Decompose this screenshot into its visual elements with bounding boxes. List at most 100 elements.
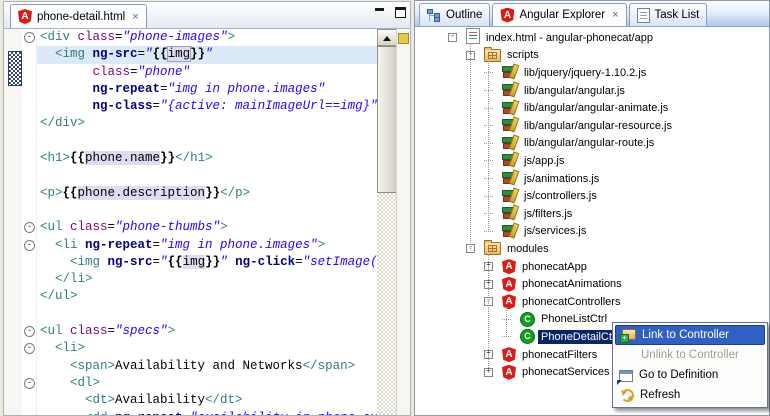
fold-collapse-icon[interactable]: - xyxy=(24,222,35,234)
code-line[interactable]: <ul class="specs"> xyxy=(37,323,377,340)
tree-item-label[interactable]: scripts xyxy=(504,48,542,62)
tree-item-label[interactable]: lib/angular/angular-resource.js xyxy=(521,119,675,133)
tree-item-label[interactable]: lib/angular/angular-route.js xyxy=(521,136,657,150)
tree-item-label[interactable]: phonecatAnimations xyxy=(519,277,625,291)
fold-collapse-icon[interactable]: - xyxy=(24,378,35,389)
outline-icon xyxy=(427,8,441,22)
code-line[interactable] xyxy=(37,306,377,323)
tab-outline[interactable]: Outline xyxy=(419,3,491,26)
tree-item-label[interactable]: js/animations.js xyxy=(521,172,602,186)
tree-item-js-animations-js[interactable]: js/animations.js xyxy=(415,169,769,188)
code-line[interactable]: </ul> xyxy=(37,288,377,305)
tree-item-label[interactable]: lib/angular/angular.js xyxy=(521,84,628,98)
code-line[interactable] xyxy=(37,167,377,184)
tree-item-lib-jquery-jquery-1-10-2-js[interactable]: lib/jquery/jquery-1.10.2.js xyxy=(415,63,769,82)
go-to-definition-icon xyxy=(617,369,633,385)
link-controller-icon: + xyxy=(620,327,636,343)
fold-collapse-icon[interactable]: - xyxy=(24,239,35,251)
tree-item-label[interactable]: index.html - angular-phonecat/app xyxy=(483,31,656,45)
code-line[interactable] xyxy=(37,202,377,219)
fold-collapse-icon[interactable]: - xyxy=(24,343,35,355)
tree-item-phonecatapp[interactable]: + AphonecatApp xyxy=(415,258,769,276)
code-line[interactable]: <li> xyxy=(37,340,377,357)
tree-item-js-controllers-js[interactable]: js/controllers.js xyxy=(415,187,769,205)
range-indicator xyxy=(8,51,22,86)
tree-item-lib-angular-angular-route-js[interactable]: lib/angular/angular-route.js xyxy=(415,134,769,153)
tree-item-label[interactable]: phonecatFilters xyxy=(519,348,600,362)
tree-icon-slot xyxy=(502,99,520,117)
tree-item-js-services-js[interactable]: js/services.js xyxy=(415,222,769,241)
tree-item-label[interactable]: lib/jquery/jquery-1.10.2.js xyxy=(521,66,649,80)
code-editor[interactable]: <div class="phone-images"> <img ng-src="… xyxy=(37,29,377,415)
tree-item-phonecatanimations[interactable]: + AphonecatAnimations xyxy=(415,275,769,293)
tree-item-label[interactable]: modules xyxy=(504,242,552,256)
tree-item-label[interactable]: phonecatApp xyxy=(519,260,590,274)
tree-item-js-app-js[interactable]: js/app.js xyxy=(415,151,769,170)
tree-guide-line xyxy=(470,43,471,250)
tree-icon-slot xyxy=(502,63,520,81)
maximize-button[interactable] xyxy=(395,7,406,18)
tab-angular-explorer[interactable]: A Angular Explorer × xyxy=(492,3,627,26)
angular-icon: A xyxy=(502,259,516,275)
code-line[interactable]: <dd ng-repeat="availability in phone.ava… xyxy=(37,410,377,415)
tree-item-label[interactable]: js/services.js xyxy=(521,224,589,238)
tree-item-index-html[interactable]: - index.html - angular-phonecat/app xyxy=(415,28,769,47)
tree-item-label[interactable]: PhoneListCtrl xyxy=(538,312,610,326)
tree-item-label[interactable]: lib/angular/angular-animate.js xyxy=(521,101,671,115)
tab-task-list[interactable]: Task List xyxy=(628,3,708,26)
code-line[interactable]: ng-repeat="img in phone.images" xyxy=(37,81,377,98)
code-line[interactable]: </li> xyxy=(37,271,377,288)
code-line[interactable]: <dt>Availability</dt> xyxy=(37,392,377,409)
menu-item-go-to-definition[interactable]: Go to Definition xyxy=(615,365,765,385)
tree-item-label[interactable]: js/controllers.js xyxy=(521,189,600,203)
tab-label: Outline xyxy=(446,9,483,21)
tree-item-label[interactable]: PhoneDetailCtrl xyxy=(538,329,622,344)
occurrence-marker-icon[interactable] xyxy=(398,33,409,44)
tree-item-phonecatcontrollers[interactable]: - AphonecatControllers xyxy=(415,293,769,311)
tree-item-scripts[interactable]: - scripts xyxy=(415,46,769,65)
code-line[interactable]: <h1>{{phone.name}}</h1> xyxy=(37,150,377,167)
tree-icon-slot: C xyxy=(520,311,535,327)
editor-tab-phone-detail[interactable]: A phone-detail.html × xyxy=(10,4,147,28)
code-line[interactable]: <p>{{phone.description}}</p> xyxy=(37,185,377,202)
tree-item-label[interactable]: phonecatServices xyxy=(519,365,612,379)
code-line[interactable]: <ul class="phone-thumbs"> xyxy=(37,219,377,236)
fold-collapse-icon[interactable]: - xyxy=(24,32,35,43)
code-line[interactable]: </div> xyxy=(37,115,377,132)
tree-icon-slot: A xyxy=(502,364,516,380)
js-file-icon xyxy=(502,169,520,186)
editor-window-buttons xyxy=(374,7,406,18)
tree-item-lib-angular-angular-js[interactable]: lib/angular/angular.js xyxy=(415,81,769,100)
menu-item-refresh[interactable]: Refresh xyxy=(615,385,765,405)
code-line[interactable]: <dl> xyxy=(37,375,377,392)
scrollbar-thumb[interactable] xyxy=(377,46,397,193)
editor-pane: A phone-detail.html × - - - - - - <div class=… xyxy=(3,1,411,416)
collapse-icon[interactable]: - xyxy=(448,33,457,43)
tree-item-label[interactable]: js/filters.js xyxy=(521,207,575,221)
view-tab-bar: Outline A Angular Explorer × Task List xyxy=(415,1,769,27)
tree-item-lib-angular-angular-animate-js[interactable]: lib/angular/angular-animate.js xyxy=(415,99,769,117)
tree-item-modules[interactable]: - modules xyxy=(415,240,769,258)
angular-icon: A xyxy=(18,9,32,24)
controller-icon: C xyxy=(520,311,535,327)
code-line[interactable] xyxy=(37,133,377,150)
tree-item-label[interactable]: phonecatControllers xyxy=(519,295,623,309)
fold-collapse-icon[interactable]: - xyxy=(24,326,35,338)
editor-vertical-scrollbar[interactable] xyxy=(377,29,397,415)
tree-item-label[interactable]: js/app.js xyxy=(521,154,567,168)
code-line[interactable]: <img ng-src="{{img}}" xyxy=(37,46,377,64)
minimize-button[interactable] xyxy=(374,7,385,18)
code-line[interactable]: class="phone" xyxy=(37,64,377,81)
close-icon[interactable]: × xyxy=(610,10,618,21)
tree-icon-slot xyxy=(484,46,501,65)
code-line[interactable]: ng-class="{active: mainImageUrl==img}"> xyxy=(37,98,377,115)
code-line[interactable]: <img ng-src="{{img}}" ng-click="setImage… xyxy=(37,254,377,271)
code-line[interactable]: <div class="phone-images"> xyxy=(37,29,377,46)
scroll-up-button[interactable] xyxy=(377,29,397,46)
menu-item-link-to-controller[interactable]: + Link to Controller xyxy=(615,325,765,345)
tree-item-lib-angular-angular-resource-js[interactable]: lib/angular/angular-resource.js xyxy=(415,116,769,135)
close-icon[interactable]: × xyxy=(130,11,138,22)
code-line[interactable]: <li ng-repeat="img in phone.images"> xyxy=(37,237,377,254)
tree-item-js-filters-js[interactable]: js/filters.js xyxy=(415,204,769,223)
code-line[interactable]: <span>Availability and Networks</span> xyxy=(37,358,377,375)
